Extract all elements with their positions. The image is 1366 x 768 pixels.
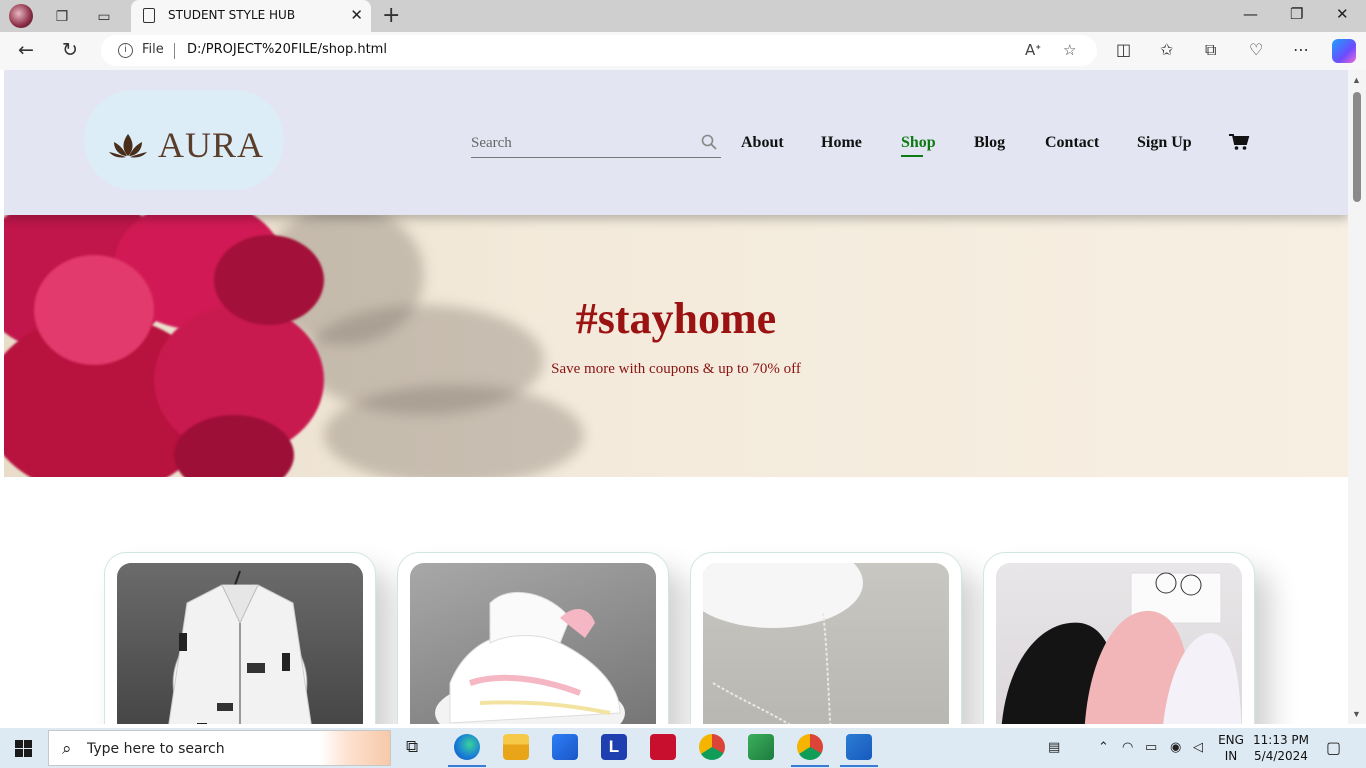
taskbar-search-placeholder: Type here to search: [87, 741, 225, 757]
refresh-icon[interactable]: ↻: [62, 39, 78, 61]
product-card[interactable]: [690, 552, 962, 724]
lenovo-app-icon[interactable]: L: [601, 734, 627, 760]
favorite-star-icon[interactable]: ☆: [1063, 41, 1076, 59]
product-image-sneakers[interactable]: [410, 563, 656, 724]
info-icon[interactable]: i: [118, 43, 133, 58]
sneakers-illustration: [435, 591, 625, 724]
scheme-label: File: [142, 42, 164, 57]
site-search: [471, 130, 721, 158]
tab-title: STUDENT STYLE HUB: [168, 8, 296, 22]
cart-icon[interactable]: [1228, 133, 1250, 151]
browser-essentials-icon[interactable]: ♡: [1249, 40, 1263, 59]
site-header: AURA About Home Shop Blog Contact Sign U…: [4, 70, 1348, 215]
product-grid: [4, 477, 1348, 724]
logo-text: AURA: [158, 125, 265, 165]
nav-shop[interactable]: Shop: [901, 134, 936, 157]
search-highlight-image: [320, 731, 390, 765]
news-widget-icon[interactable]: ▤: [1048, 740, 1060, 755]
restore-icon[interactable]: ❐: [1290, 5, 1303, 23]
battery-icon[interactable]: ▭: [1145, 740, 1157, 755]
profile-avatar[interactable]: [9, 4, 33, 28]
split-screen-icon[interactable]: ◫: [1116, 40, 1131, 59]
task-view-icon[interactable]: ⧉: [406, 737, 418, 757]
product-image-caps[interactable]: [996, 563, 1242, 724]
scroll-down-icon[interactable]: ▼: [1352, 709, 1361, 719]
address-bar[interactable]: i File D:/PROJECT%20FILE/shop.html Aᐩ ☆: [101, 35, 1097, 66]
favorites-icon[interactable]: ✩: [1160, 40, 1173, 59]
hero-banner: #stayhome Save more with coupons & up to…: [4, 215, 1348, 477]
product-image-necklace[interactable]: [703, 563, 949, 724]
lotus-icon: [109, 134, 147, 158]
page-viewport: AURA About Home Shop Blog Contact Sign U…: [4, 70, 1348, 724]
scroll-thumb[interactable]: [1353, 92, 1361, 202]
collections-icon[interactable]: ⧉: [1205, 40, 1216, 60]
scroll-up-icon[interactable]: ▲: [1352, 75, 1361, 85]
taskbar-search[interactable]: ⌕ Type here to search: [48, 730, 391, 766]
word-icon[interactable]: [846, 734, 872, 760]
chrome-icon[interactable]: [699, 734, 725, 760]
more-menu-icon[interactable]: ⋯: [1293, 40, 1309, 59]
minimize-icon[interactable]: —: [1243, 5, 1258, 23]
nav-blog[interactable]: Blog: [974, 134, 1005, 152]
nav-home[interactable]: Home: [821, 134, 862, 152]
search-icon[interactable]: [701, 134, 717, 150]
logo[interactable]: AURA: [84, 90, 284, 190]
hero-subtitle: Save more with coupons & up to 70% off: [551, 361, 801, 377]
product-card[interactable]: [397, 552, 669, 724]
page-scrollbar[interactable]: ▲ ▼: [1348, 70, 1366, 724]
caps-illustration: [1001, 572, 1242, 724]
wifi-icon[interactable]: ◠: [1122, 740, 1133, 755]
product-card[interactable]: [983, 552, 1255, 724]
show-hidden-icons[interactable]: ⌃: [1098, 740, 1109, 755]
clock-time[interactable]: 11:13 PM: [1252, 733, 1310, 747]
word-active-indicator: [840, 765, 878, 767]
edge-taskbar-icon[interactable]: [454, 734, 480, 760]
language-region[interactable]: IN: [1216, 749, 1246, 763]
url-text[interactable]: D:/PROJECT%20FILE/shop.html: [187, 42, 387, 57]
volume-icon[interactable]: ◁: [1193, 740, 1203, 755]
back-icon[interactable]: ←: [18, 39, 34, 61]
chart-app-icon[interactable]: [748, 734, 774, 760]
necklace-illustration: [703, 563, 863, 724]
jacket-illustration: [168, 570, 312, 724]
nav-contact[interactable]: Contact: [1045, 134, 1099, 152]
copilot-icon[interactable]: [1332, 39, 1356, 63]
notifications-icon[interactable]: ▢: [1326, 738, 1341, 757]
new-tab-icon[interactable]: +: [382, 3, 400, 28]
chrome-profile-icon[interactable]: [797, 734, 823, 760]
camera-icon[interactable]: ◉: [1170, 740, 1181, 755]
hero-title: #stayhome: [575, 294, 777, 343]
nav-sign-up[interactable]: Sign Up: [1137, 134, 1192, 152]
read-aloud-icon[interactable]: Aᐩ: [1025, 41, 1041, 59]
product-card[interactable]: [104, 552, 376, 724]
close-tab-icon[interactable]: ✕: [350, 6, 363, 24]
page-icon: [143, 8, 155, 23]
address-divider: [174, 43, 175, 59]
mcafee-icon[interactable]: [650, 734, 676, 760]
clock-date[interactable]: 5/4/2024: [1252, 749, 1310, 763]
nav-about[interactable]: About: [741, 134, 784, 152]
language-primary[interactable]: ENG: [1216, 733, 1246, 747]
browser-tab[interactable]: STUDENT STYLE HUB ✕: [131, 0, 371, 32]
chrome-active-indicator: [791, 765, 829, 767]
windows-start-icon[interactable]: [15, 740, 32, 757]
file-explorer-icon[interactable]: [503, 734, 529, 760]
microsoft-store-icon[interactable]: [552, 734, 578, 760]
close-window-icon[interactable]: ✕: [1336, 5, 1349, 23]
browser-tab-bar: ❐ ▭ STUDENT STYLE HUB ✕ + — ❐ ✕: [0, 0, 1366, 32]
tab-actions-icon[interactable]: ▭: [94, 6, 114, 26]
search-input[interactable]: [471, 132, 691, 154]
product-image-jacket[interactable]: [117, 563, 363, 724]
browser-toolbar: ← ↻ i File D:/PROJECT%20FILE/shop.html A…: [0, 32, 1366, 70]
windows-taskbar: ⌕ Type here to search ⧉ L ▤ ⌃ ◠ ▭ ◉ ◁ EN…: [0, 728, 1366, 768]
edge-active-indicator: [448, 765, 486, 767]
taskbar-search-icon: ⌕: [62, 739, 72, 759]
workspaces-icon[interactable]: ❐: [52, 6, 72, 26]
